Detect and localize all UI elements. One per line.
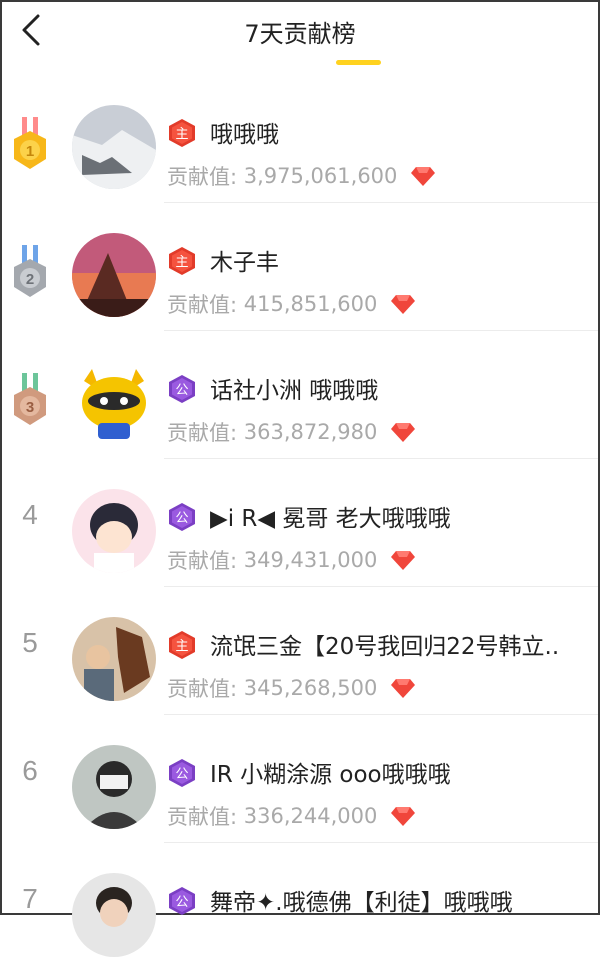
diamond-icon xyxy=(411,167,436,186)
svg-text:主: 主 xyxy=(175,639,188,654)
svg-text:主: 主 xyxy=(175,255,188,270)
avatar-image xyxy=(72,361,156,445)
rank-number: 7 xyxy=(22,883,38,914)
ranking-row-3[interactable]: 3 公 话社小洲 哦哦哦 贡献值: 363,872,980 xyxy=(2,331,598,459)
avatar[interactable] xyxy=(72,233,156,317)
svg-text:1: 1 xyxy=(26,143,34,160)
contribution-value: 贡献值: 349,431,000 xyxy=(167,545,416,575)
avatar[interactable] xyxy=(72,489,156,573)
value-number: 349,431,000 xyxy=(243,548,378,572)
value-number: 345,268,500 xyxy=(243,676,378,700)
svg-text:3: 3 xyxy=(26,399,34,416)
avatar-image xyxy=(72,745,156,829)
svg-text:公: 公 xyxy=(175,767,188,782)
tab-indicator xyxy=(336,60,381,65)
public-badge-icon: 公 xyxy=(169,887,195,915)
avatar-image xyxy=(72,233,156,317)
rank-number: 6 xyxy=(22,755,38,786)
value-number: 336,244,000 xyxy=(243,804,378,828)
public-badge-icon: 公 xyxy=(169,375,195,403)
user-name: 哦哦哦 xyxy=(210,122,279,148)
host-badge-icon: 主 xyxy=(169,631,195,659)
svg-text:2: 2 xyxy=(26,271,34,288)
value-label: 贡献值: xyxy=(167,549,238,573)
value-label: 贡献值: xyxy=(167,805,238,829)
user-name: IR 小糊涂源 ooo哦哦哦 xyxy=(210,762,451,788)
avatar[interactable] xyxy=(72,873,156,957)
host-badge-icon: 主 xyxy=(169,247,195,275)
silver-medal-icon: 2 xyxy=(14,245,46,297)
svg-text:主: 主 xyxy=(175,127,188,142)
svg-text:公: 公 xyxy=(175,895,188,910)
avatar-image xyxy=(72,873,156,957)
value-number: 415,851,600 xyxy=(243,292,378,316)
gold-medal-icon: 1 xyxy=(14,117,46,169)
user-name: ▶i R◀ 冕哥 老大哦哦哦 xyxy=(210,506,451,532)
avatar-image xyxy=(72,105,156,189)
user-name: 舞帝✦.哦德佛【利徒】哦哦哦 xyxy=(210,890,513,916)
value-label: 贡献值: xyxy=(167,421,238,445)
value-label: 贡献值: xyxy=(167,293,238,317)
svg-text:公: 公 xyxy=(175,383,188,398)
user-name: 木子丰 xyxy=(210,250,279,276)
user-name: 话社小洲 哦哦哦 xyxy=(210,378,379,404)
public-badge-icon: 公 xyxy=(169,759,195,787)
header-bar: 7天贡献榜 xyxy=(2,2,598,72)
avatar-image xyxy=(72,489,156,573)
diamond-icon xyxy=(391,295,416,314)
ranking-row-2[interactable]: 2 主 木子丰 贡献值: 415,851,600 xyxy=(2,203,598,331)
avatar-image xyxy=(72,617,156,701)
diamond-icon xyxy=(391,551,416,570)
avatar[interactable] xyxy=(72,617,156,701)
diamond-icon xyxy=(391,679,416,698)
contribution-value: 贡献值: 345,268,500 xyxy=(167,673,416,703)
value-label: 贡献值: xyxy=(167,165,238,189)
contribution-value: 贡献值: 415,851,600 xyxy=(167,289,416,319)
user-name: 流氓三金【20号我回归22号韩立.. xyxy=(210,634,560,660)
avatar[interactable] xyxy=(72,745,156,829)
value-label: 贡献值: xyxy=(167,677,238,701)
ranking-row-6[interactable]: 6 公 IR 小糊涂源 ooo哦哦哦 贡献值: 336,244,000 xyxy=(2,715,598,843)
page-title: 7天贡献榜 xyxy=(244,20,356,48)
ranking-row-4[interactable]: 4 公 ▶i R◀ 冕哥 老大哦哦哦 贡献值: 349,431,000 xyxy=(2,459,598,587)
bronze-medal-icon: 3 xyxy=(14,373,46,425)
value-number: 363,872,980 xyxy=(243,420,378,444)
contribution-value: 贡献值: 336,244,000 xyxy=(167,801,416,831)
rank-number: 4 xyxy=(22,499,38,530)
contribution-value: 贡献值: 3,975,061,600 xyxy=(167,161,436,191)
svg-text:公: 公 xyxy=(175,511,188,526)
ranking-row-7[interactable]: 7 公 舞帝✦.哦德佛【利徒】哦哦哦 xyxy=(2,843,598,971)
diamond-icon xyxy=(391,423,416,442)
diamond-icon xyxy=(391,807,416,826)
avatar[interactable] xyxy=(72,105,156,189)
value-number: 3,975,061,600 xyxy=(243,164,398,188)
ranking-row-5[interactable]: 5 主 流氓三金【20号我回归22号韩立.. 贡献值: 345,268,500 xyxy=(2,587,598,715)
avatar[interactable] xyxy=(72,361,156,445)
contribution-value: 贡献值: 363,872,980 xyxy=(167,417,416,447)
public-badge-icon: 公 xyxy=(169,503,195,531)
ranking-row-1[interactable]: 1 主 哦哦哦 贡献值: 3,975,061,600 xyxy=(2,75,598,203)
rank-number: 5 xyxy=(22,627,38,658)
host-badge-icon: 主 xyxy=(169,119,195,147)
